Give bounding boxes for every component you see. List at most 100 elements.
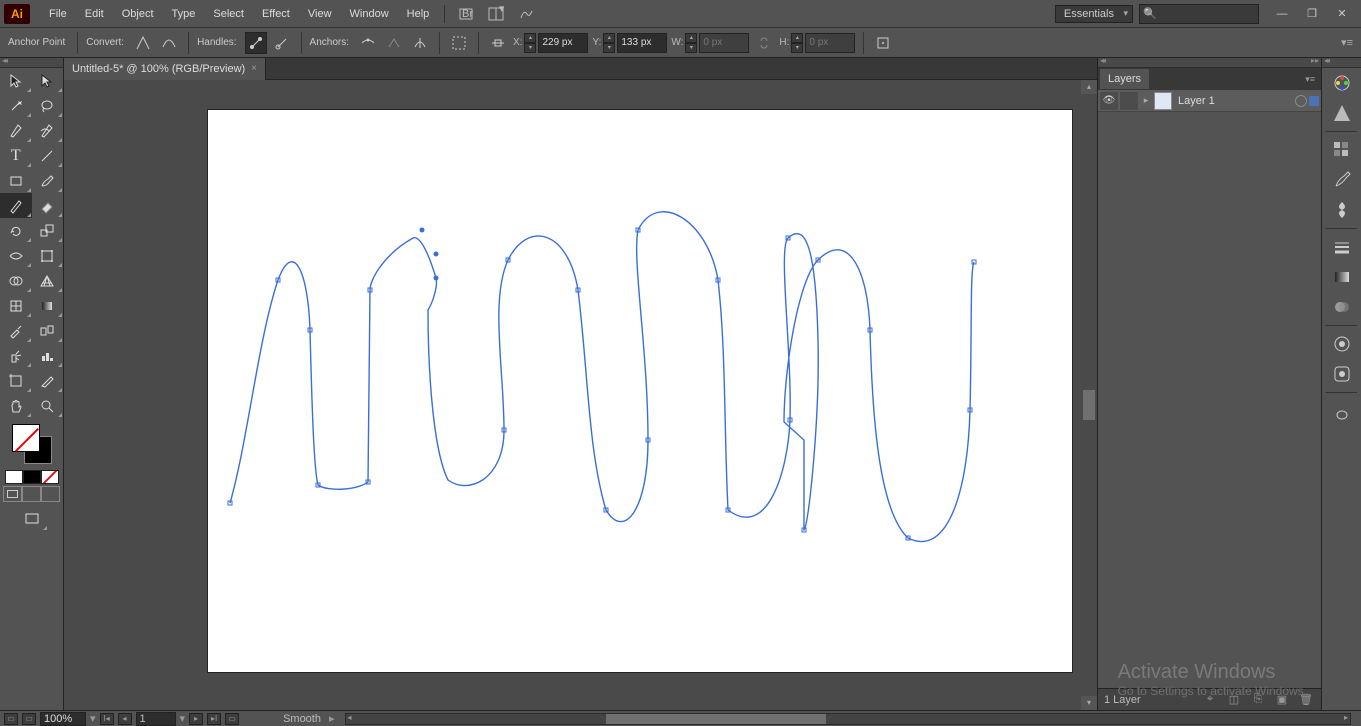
draw-mode-row[interactable] xyxy=(0,486,63,502)
locate-object-icon[interactable]: ⌖ xyxy=(1201,692,1219,708)
color-panel-icon[interactable] xyxy=(1322,68,1361,98)
pencil-tool[interactable] xyxy=(0,193,32,218)
hscroll-thumb[interactable] xyxy=(606,714,826,724)
width-tool[interactable] xyxy=(0,243,32,268)
show-handles-icon[interactable] xyxy=(245,32,267,54)
artboard-nav-icon[interactable]: ▭ xyxy=(4,713,18,725)
gpu-preview-icon[interactable] xyxy=(515,3,537,25)
delete-layer-icon[interactable]: 🗑 xyxy=(1297,692,1315,708)
isolate-icon[interactable] xyxy=(448,32,470,54)
artboard[interactable] xyxy=(208,110,1072,672)
graphic-styles-panel-icon[interactable] xyxy=(1322,359,1361,389)
next-artboard-icon[interactable]: ▸ xyxy=(189,713,203,725)
menu-edit[interactable]: Edit xyxy=(76,0,113,28)
connect-anchor-icon[interactable] xyxy=(383,32,405,54)
libraries-panel-icon[interactable] xyxy=(1322,396,1361,426)
scroll-up-icon[interactable]: ▴ xyxy=(1081,80,1097,94)
close-tab-icon[interactable]: × xyxy=(251,58,257,80)
artboard-nav3-icon[interactable]: ▭ xyxy=(225,713,239,725)
lasso-tool[interactable] xyxy=(32,93,64,118)
horizontal-scrollbar[interactable] xyxy=(345,713,1351,725)
last-artboard-icon[interactable]: ▸I xyxy=(207,713,221,725)
new-layer-icon[interactable]: ▣ xyxy=(1273,692,1291,708)
direct-selection-tool[interactable] xyxy=(32,68,64,93)
vertical-scrollbar[interactable]: ▴ ▾ xyxy=(1081,80,1097,710)
zoom-field[interactable]: 100% xyxy=(40,712,86,726)
screen-mode-icon[interactable] xyxy=(16,506,48,531)
line-tool[interactable] xyxy=(32,143,64,168)
menu-type[interactable]: Type xyxy=(163,0,205,28)
menu-effect[interactable]: Effect xyxy=(253,0,299,28)
menu-select[interactable]: Select xyxy=(204,0,253,28)
gradient-tool[interactable] xyxy=(32,293,64,318)
scale-tool[interactable] xyxy=(32,218,64,243)
window-minimize-icon[interactable]: — xyxy=(1270,6,1294,22)
menu-window[interactable]: Window xyxy=(341,0,398,28)
type-tool[interactable]: T xyxy=(0,143,32,168)
transparency-panel-icon[interactable] xyxy=(1322,292,1361,322)
document-tab[interactable]: Untitled-5* @ 100% (RGB/Preview) × xyxy=(64,58,266,80)
cut-path-icon[interactable] xyxy=(409,32,431,54)
new-sublayer-icon[interactable]: ⎘ xyxy=(1249,692,1267,708)
window-maximize-icon[interactable]: ❐ xyxy=(1300,6,1324,22)
hide-handles-icon[interactable] xyxy=(271,32,293,54)
tools-collapse-grip[interactable] xyxy=(0,58,63,68)
color-guide-panel-icon[interactable] xyxy=(1322,98,1361,128)
window-close-icon[interactable]: ✕ xyxy=(1330,6,1354,22)
gradient-fill-icon[interactable] xyxy=(23,470,41,484)
curvature-tool[interactable] xyxy=(32,118,64,143)
free-transform-tool[interactable] xyxy=(32,243,64,268)
slice-tool[interactable] xyxy=(32,368,64,393)
visibility-toggle-icon[interactable]: 👁 xyxy=(1100,92,1118,110)
y-field[interactable]: Y: ▴▾ xyxy=(592,33,667,53)
lock-toggle-icon[interactable] xyxy=(1120,92,1138,110)
help-search-input[interactable] xyxy=(1139,4,1259,24)
rectangle-tool[interactable] xyxy=(0,168,32,193)
gradient-panel-icon[interactable] xyxy=(1322,262,1361,292)
layer-row[interactable]: 👁 ▸ Layer 1 xyxy=(1098,90,1321,112)
align-to-pixel-icon[interactable] xyxy=(872,32,894,54)
control-bar-menu-icon[interactable]: ▾≡ xyxy=(1341,36,1353,49)
scroll-down-icon[interactable]: ▾ xyxy=(1081,696,1097,710)
artboard-number-field[interactable]: 1 xyxy=(136,712,176,726)
perspective-grid-tool[interactable] xyxy=(32,268,64,293)
selection-tool[interactable] xyxy=(0,68,32,93)
eraser-tool[interactable] xyxy=(32,193,64,218)
first-artboard-icon[interactable]: I◂ xyxy=(100,713,114,725)
dock-grip[interactable] xyxy=(1322,58,1361,68)
scroll-thumb[interactable] xyxy=(1083,390,1095,420)
color-mode-row[interactable] xyxy=(0,470,63,484)
artboard-nav2-icon[interactable]: ▭ xyxy=(22,713,36,725)
y-input[interactable] xyxy=(617,33,667,53)
bridge-icon[interactable]: Br xyxy=(455,3,477,25)
symbols-panel-icon[interactable] xyxy=(1322,195,1361,225)
x-field[interactable]: X: ▴▾ xyxy=(513,33,588,53)
symbol-sprayer-tool[interactable] xyxy=(0,343,32,368)
pen-tool[interactable] xyxy=(0,118,32,143)
make-clipping-mask-icon[interactable]: ◫ xyxy=(1225,692,1243,708)
swatches-panel-icon[interactable] xyxy=(1322,135,1361,165)
workspace-switcher[interactable]: Essentials xyxy=(1055,5,1133,23)
mesh-tool[interactable] xyxy=(0,293,32,318)
convert-corner-icon[interactable] xyxy=(132,32,154,54)
panel-menu-icon[interactable]: ▾≡ xyxy=(1301,74,1319,85)
link-wh-icon[interactable] xyxy=(753,32,775,54)
paintbrush-tool[interactable] xyxy=(32,168,64,193)
draw-behind-icon[interactable] xyxy=(22,486,41,502)
x-input[interactable] xyxy=(538,33,588,53)
menu-file[interactable]: File xyxy=(40,0,76,28)
column-graph-tool[interactable] xyxy=(32,343,64,368)
menu-help[interactable]: Help xyxy=(398,0,439,28)
layers-tab[interactable]: Layers xyxy=(1100,69,1149,89)
eyedropper-tool[interactable] xyxy=(0,318,32,343)
target-layer-icon[interactable] xyxy=(1295,95,1307,107)
remove-anchor-icon[interactable] xyxy=(357,32,379,54)
blend-tool[interactable] xyxy=(32,318,64,343)
menu-object[interactable]: Object xyxy=(113,0,163,28)
magic-wand-tool[interactable] xyxy=(0,93,32,118)
color-fill-icon[interactable] xyxy=(5,470,23,484)
menu-view[interactable]: View xyxy=(299,0,341,28)
brushes-panel-icon[interactable] xyxy=(1322,165,1361,195)
panel-grip[interactable] xyxy=(1098,58,1321,68)
zoom-tool[interactable] xyxy=(32,393,64,418)
